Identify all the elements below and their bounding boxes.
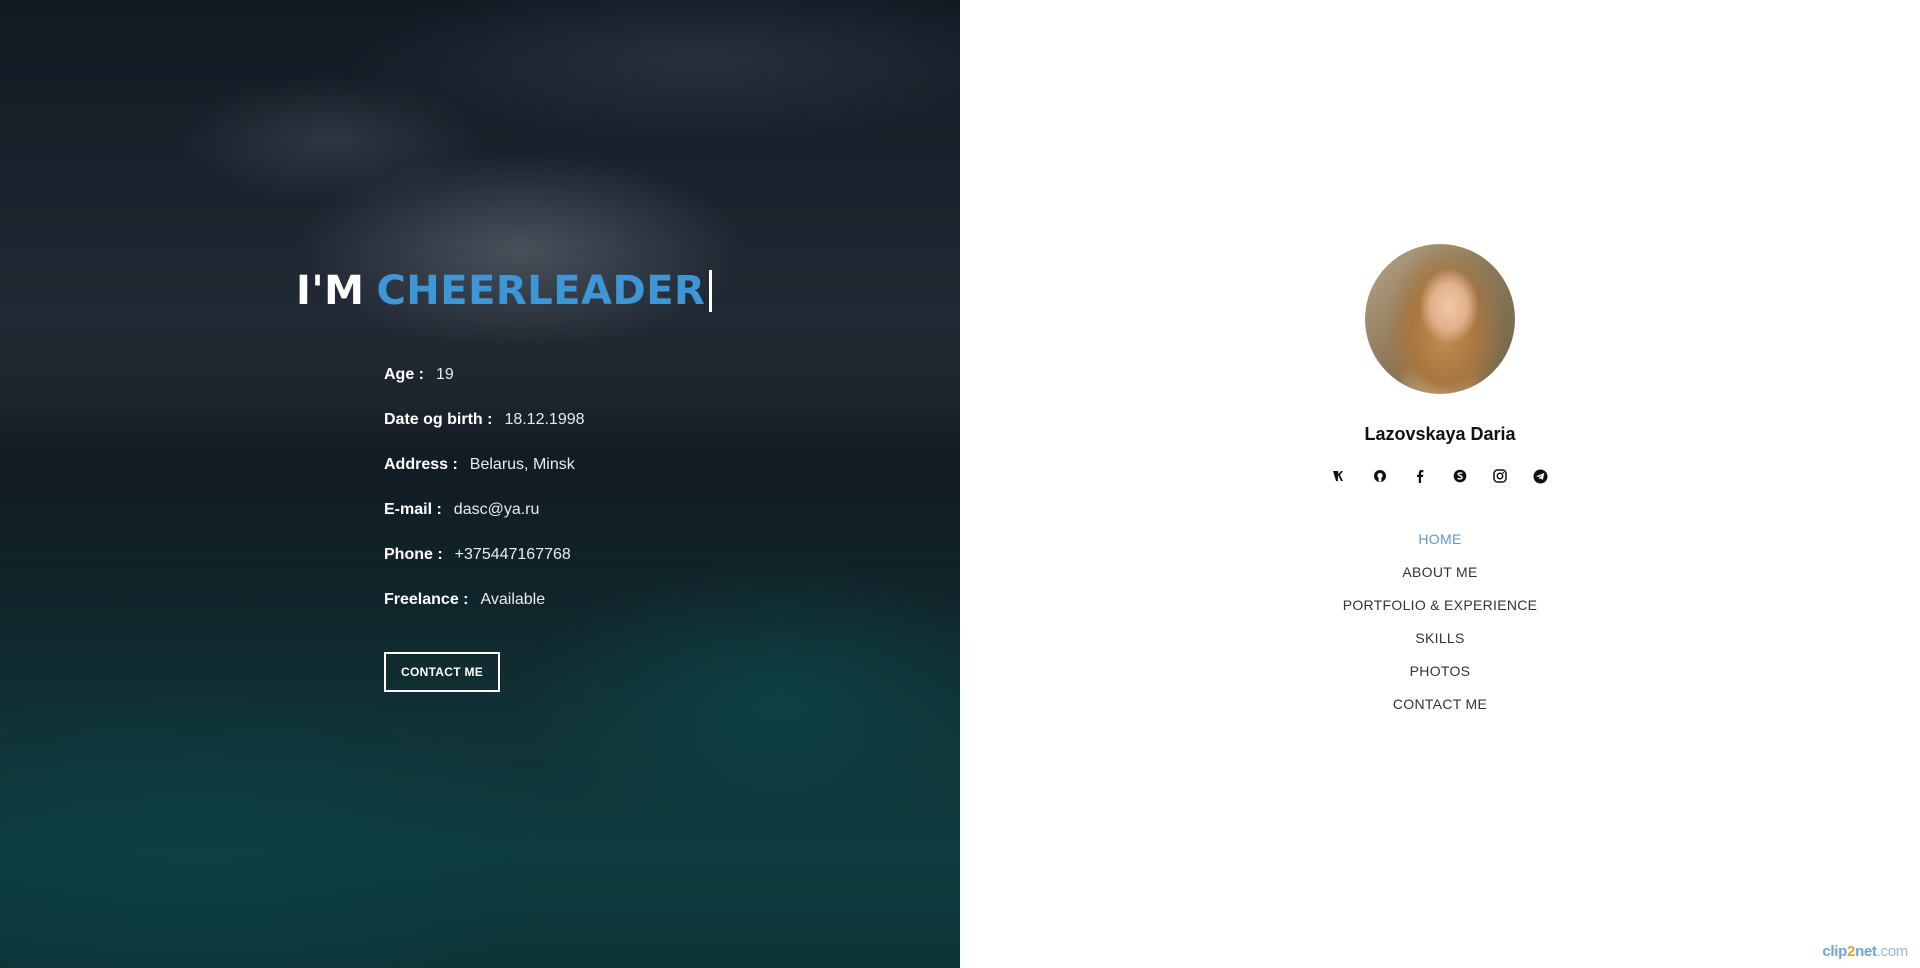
main-nav: HOME ABOUT ME PORTFOLIO & EXPERIENCE SKI… (960, 522, 1920, 720)
nav-item-about-me[interactable]: ABOUT ME (960, 555, 1920, 588)
info-label: Address : (384, 455, 458, 473)
headline: I'M CHEERLEADER (296, 268, 713, 314)
social-links (960, 466, 1920, 486)
github-icon[interactable] (1370, 466, 1390, 486)
info-value: 19 (436, 365, 454, 383)
sidebar: Lazovskaya Daria HOME ABOUT ME PORTFOLIO… (960, 0, 1920, 968)
info-birth-date: Date og birth : 18.12.1998 (384, 397, 712, 442)
watermark-part: clip (1822, 943, 1848, 960)
clip2net-watermark: clip2net.com (1822, 943, 1908, 960)
profile-name: Lazovskaya Daria (1364, 424, 1516, 444)
contact-me-button[interactable]: CONTACT ME (384, 652, 501, 692)
headline-role: CHEERLEADER (376, 268, 706, 314)
page: I'M CHEERLEADER Age : 19 Date og birth :… (0, 0, 1920, 968)
vk-icon[interactable] (1330, 466, 1350, 486)
hero-content: I'M CHEERLEADER Age : 19 Date og birth :… (296, 268, 713, 692)
watermark-part: .com (1876, 943, 1909, 960)
typing-cursor (709, 270, 713, 312)
nav-item-home[interactable]: HOME (960, 522, 1920, 555)
watermark-part: 2 (1847, 943, 1856, 960)
instagram-icon[interactable] (1490, 466, 1510, 486)
profile-avatar (1365, 244, 1515, 394)
nav-item-skills[interactable]: SKILLS (960, 621, 1920, 654)
telegram-icon[interactable] (1530, 466, 1550, 486)
nav-item-photos[interactable]: PHOTOS (960, 654, 1920, 687)
skype-icon[interactable] (1450, 466, 1470, 486)
personal-info-list: Age : 19 Date og birth : 18.12.1998 Addr… (384, 352, 712, 622)
info-email: E-mail : dasc@ya.ru (384, 487, 712, 532)
facebook-icon[interactable] (1410, 466, 1430, 486)
hero-section: I'M CHEERLEADER Age : 19 Date og birth :… (0, 0, 960, 968)
info-label: Phone : (384, 545, 443, 563)
watermark-part: net (1855, 943, 1877, 960)
info-age: Age : 19 (384, 352, 712, 397)
info-phone: Phone : +375447167768 (384, 532, 712, 577)
nav-item-portfolio-experience[interactable]: PORTFOLIO & EXPERIENCE (960, 588, 1920, 621)
info-value: Belarus, Minsk (469, 455, 575, 473)
info-label: Freelance : (384, 590, 469, 608)
info-value: dasc@ya.ru (453, 500, 540, 518)
info-address: Address : Belarus, Minsk (384, 442, 712, 487)
headline-prefix: I'M (296, 268, 365, 314)
info-freelance: Freelance : Available (384, 577, 712, 622)
info-value: +375447167768 (454, 545, 571, 563)
info-label: Age : (384, 365, 424, 383)
info-value: 18.12.1998 (504, 410, 585, 428)
info-label: E-mail : (384, 500, 442, 518)
nav-item-contact-me[interactable]: CONTACT ME (960, 687, 1920, 720)
info-value: Available (480, 590, 546, 608)
info-label: Date og birth : (384, 410, 493, 428)
